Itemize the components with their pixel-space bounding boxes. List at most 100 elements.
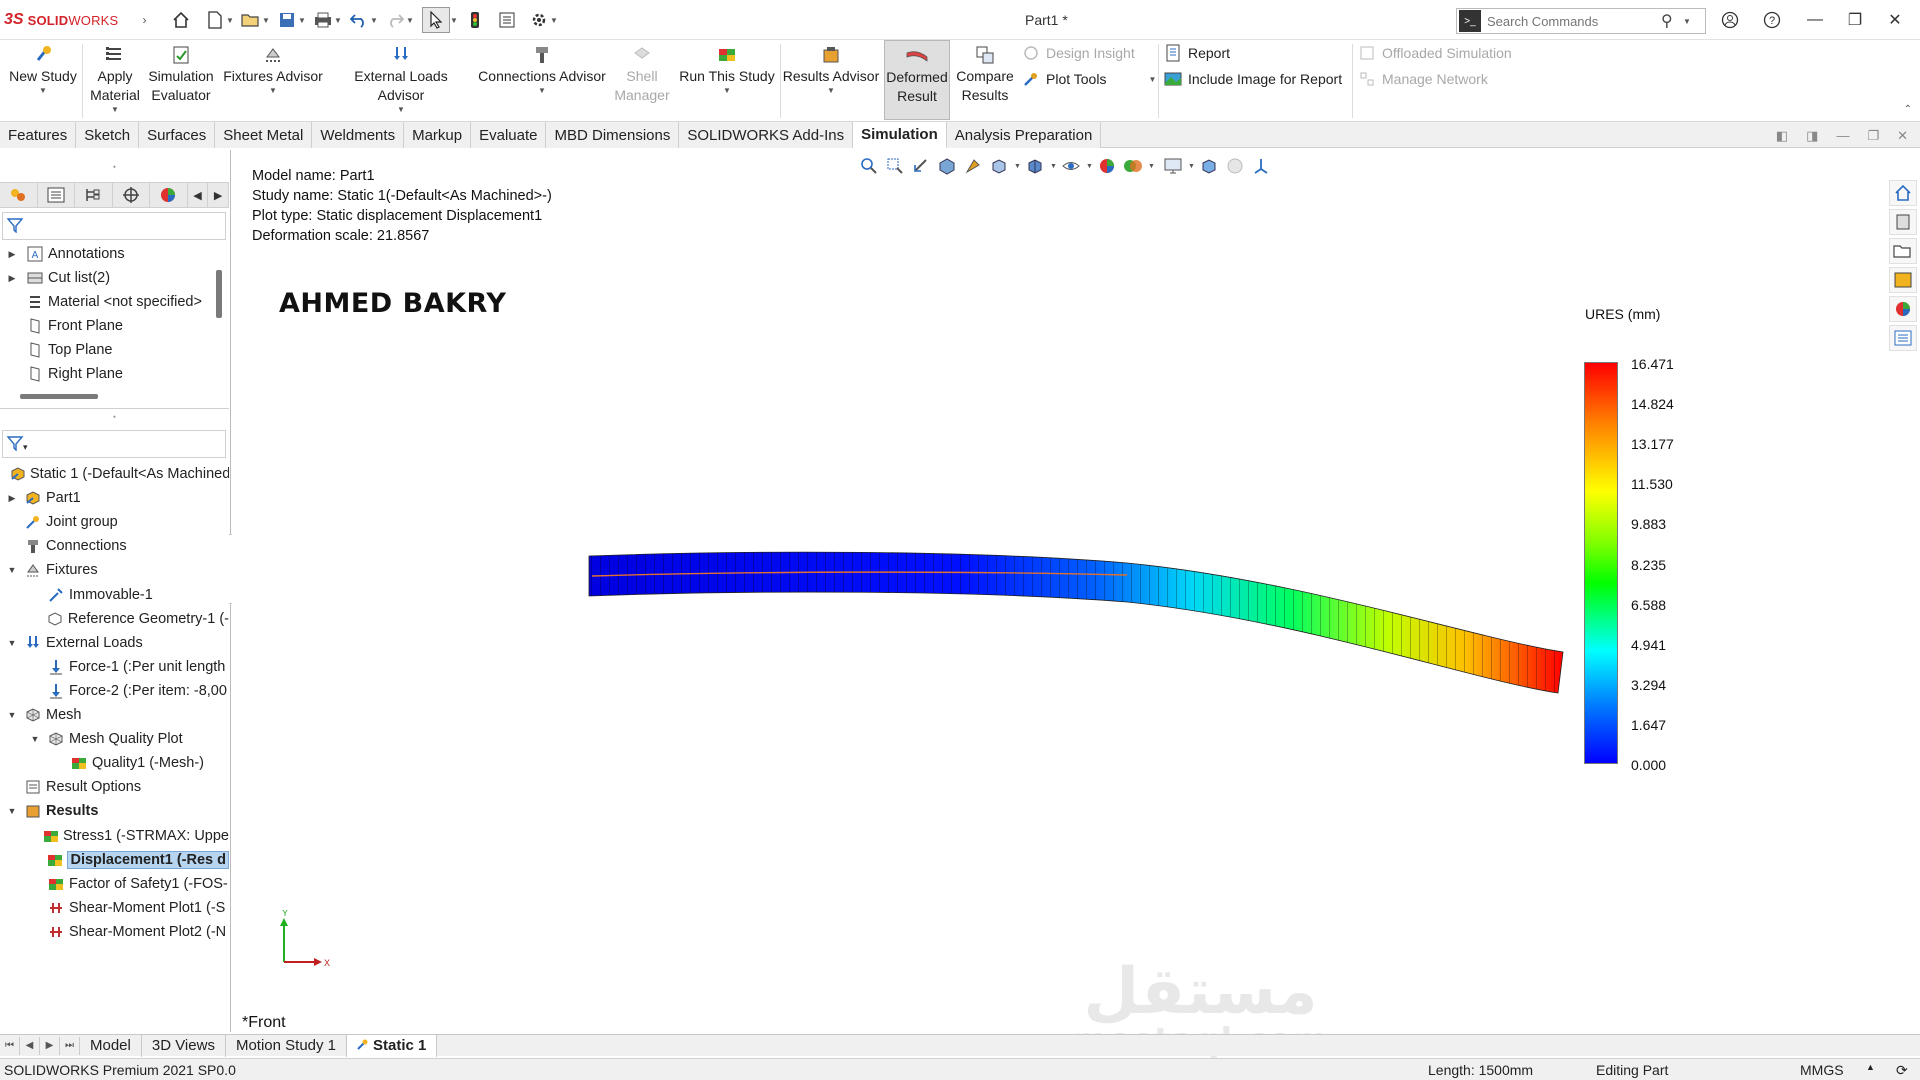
chevron-down-icon[interactable]: ▼ bbox=[334, 9, 342, 31]
feature-tree-hscrollbar[interactable] bbox=[20, 394, 98, 399]
results-advisor-button[interactable]: Results Advisor ▼ bbox=[782, 44, 880, 96]
study-tree-item[interactable]: Reference Geometry-1 (- bbox=[0, 607, 229, 631]
plot-tools-button[interactable]: Plot Tools ▼ bbox=[1022, 70, 1156, 88]
home-icon[interactable] bbox=[170, 9, 192, 31]
bottom-tab-model[interactable]: Model bbox=[80, 1034, 142, 1057]
chevron-down-icon[interactable]: ▼ bbox=[550, 9, 558, 31]
tab-evaluate[interactable]: Evaluate bbox=[471, 122, 547, 148]
external-loads-advisor-button[interactable]: External Loads Advisor ▼ bbox=[330, 44, 472, 115]
solidworks-logo[interactable]: 3S SOLIDWORKS › bbox=[4, 8, 146, 32]
doc-close-icon[interactable]: ✕ bbox=[1897, 128, 1908, 144]
study-tree-item[interactable]: Result Options bbox=[0, 775, 229, 799]
new-document-icon[interactable] bbox=[204, 9, 226, 31]
simulation-evaluator-button[interactable]: Simulation Evaluator bbox=[146, 44, 216, 105]
chevron-down-icon[interactable]: ▼ bbox=[226, 9, 234, 31]
tab-scroll-left-icon[interactable]: ◀ bbox=[188, 183, 209, 207]
chevron-down-icon[interactable]: ▼ bbox=[406, 9, 414, 31]
chevron-down-icon[interactable]: ▼ bbox=[111, 105, 119, 115]
expand-arrow-icon[interactable]: ▶ bbox=[6, 493, 18, 504]
filter-icon[interactable]: ▾ bbox=[6, 435, 29, 454]
tab-solidworks-add-ins[interactable]: SOLIDWORKS Add-Ins bbox=[679, 122, 854, 148]
chevron-down-icon[interactable]: ▼ bbox=[538, 86, 546, 96]
configuration-manager-tab-icon[interactable] bbox=[75, 183, 113, 207]
collapse-arrow-icon[interactable]: ▼ bbox=[6, 710, 18, 720]
tab-simulation[interactable]: Simulation bbox=[853, 122, 947, 148]
tab-surfaces[interactable]: Surfaces bbox=[139, 122, 216, 148]
tab-features[interactable]: Features bbox=[0, 122, 77, 148]
study-tree-item[interactable]: Factor of Safety1 (-FOS- bbox=[0, 872, 229, 896]
manage-network-button[interactable]: Manage Network bbox=[1358, 70, 1488, 88]
bottom-tab-3d-views[interactable]: 3D Views bbox=[142, 1034, 226, 1057]
file-properties-icon[interactable] bbox=[496, 9, 518, 31]
study-tree-item[interactable]: Connections bbox=[0, 534, 229, 558]
feature-tree-filter[interactable] bbox=[2, 212, 226, 240]
feature-tree-item[interactable]: ▶ Cut list(2) bbox=[0, 266, 210, 290]
deformed-beam-plot[interactable] bbox=[232, 150, 1884, 1032]
study-tree-filter[interactable]: ▾ bbox=[2, 430, 226, 458]
study-tree-item[interactable]: Force-1 (:Per unit length bbox=[0, 655, 229, 679]
next-tab-icon[interactable]: ▶ bbox=[40, 1036, 60, 1055]
view-palette-icon[interactable] bbox=[1889, 267, 1917, 293]
design-library-icon[interactable] bbox=[1889, 209, 1917, 235]
chevron-down-icon[interactable]: ▼ bbox=[262, 9, 270, 31]
chevron-down-icon[interactable]: ▼ bbox=[450, 9, 458, 31]
minimize-icon[interactable]: — bbox=[1800, 8, 1830, 32]
study-tree-item[interactable]: Force-2 (:Per item: -8,00 bbox=[0, 679, 229, 703]
design-insight-button[interactable]: Design Insight bbox=[1022, 44, 1135, 62]
study-tree-item[interactable]: ▼ Results bbox=[0, 799, 229, 823]
shell-manager-button[interactable]: Shell Manager bbox=[612, 44, 672, 105]
print-icon[interactable] bbox=[312, 9, 334, 31]
study-tree-item[interactable]: Static 1 (-Default<As Machined>-) bbox=[0, 462, 229, 486]
study-tree-item[interactable]: ▶ Part1 bbox=[0, 486, 229, 510]
feature-manager-tab-icon[interactable] bbox=[0, 183, 38, 207]
study-tree-item[interactable]: ▼ Mesh bbox=[0, 703, 229, 727]
restore-icon[interactable]: ❐ bbox=[1840, 8, 1870, 32]
tile-right-icon[interactable]: ◨ bbox=[1806, 128, 1818, 144]
study-tree-item[interactable]: Quality1 (-Mesh-) bbox=[0, 751, 229, 775]
run-this-study-button[interactable]: Run This Study ▼ bbox=[676, 44, 778, 96]
bottom-tab-static-1[interactable]: Static 1 bbox=[347, 1034, 438, 1057]
study-tree-item[interactable]: Joint group bbox=[0, 510, 229, 534]
help-icon[interactable]: ? bbox=[1757, 8, 1787, 32]
traffic-light-icon[interactable] bbox=[464, 9, 486, 31]
select-pointer-icon[interactable] bbox=[422, 7, 450, 33]
user-account-icon[interactable] bbox=[1715, 8, 1745, 32]
collapse-ribbon-icon[interactable]: ⌃ bbox=[1904, 104, 1912, 115]
search-icon[interactable]: ⚲ bbox=[1661, 11, 1683, 31]
tab-scroll-right-icon[interactable]: ▶ bbox=[208, 183, 229, 207]
study-tree-item[interactable]: Stress1 (-STRMAX: Uppe bbox=[0, 824, 229, 848]
tab-sheet-metal[interactable]: Sheet Metal bbox=[215, 122, 313, 148]
new-study-button[interactable]: New Study ▼ bbox=[8, 44, 78, 96]
chevron-down-icon[interactable]: ▼ bbox=[1683, 17, 1691, 26]
custom-properties-icon[interactable] bbox=[1889, 325, 1917, 351]
panel-grip-top[interactable]: ⬩ bbox=[0, 162, 229, 172]
search-input[interactable] bbox=[1481, 13, 1661, 29]
tile-left-icon[interactable]: ◧ bbox=[1776, 128, 1788, 144]
feature-tree-item[interactable]: Top Plane bbox=[0, 338, 210, 362]
chevron-down-icon[interactable]: ▼ bbox=[723, 86, 731, 96]
chevron-right-icon[interactable]: › bbox=[142, 13, 146, 27]
feature-tree-vscrollbar[interactable] bbox=[216, 270, 222, 318]
solidworks-resources-icon[interactable] bbox=[1889, 180, 1917, 206]
search-commands-box[interactable]: >_ ⚲ ▼ bbox=[1456, 8, 1706, 34]
fixtures-advisor-button[interactable]: Fixtures Advisor ▼ bbox=[222, 44, 324, 96]
deformed-result-button[interactable]: Deformed Result bbox=[884, 40, 950, 120]
apply-material-button[interactable]: Apply Material ▼ bbox=[86, 44, 144, 115]
chevron-up-icon[interactable]: ▲ bbox=[1866, 1062, 1875, 1072]
file-explorer-icon[interactable] bbox=[1889, 238, 1917, 264]
offloaded-simulation-button[interactable]: Offloaded Simulation bbox=[1358, 44, 1512, 62]
bottom-tab-motion-study-1[interactable]: Motion Study 1 bbox=[226, 1034, 348, 1057]
first-tab-icon[interactable]: ⏮ bbox=[0, 1036, 20, 1055]
study-tree-item[interactable]: Displacement1 (-Res d bbox=[0, 848, 229, 872]
redo-icon[interactable] bbox=[384, 9, 406, 31]
collapse-arrow-icon[interactable]: ▼ bbox=[6, 565, 18, 575]
chevron-down-icon[interactable]: ▼ bbox=[1148, 75, 1156, 84]
expand-arrow-icon[interactable]: ▶ bbox=[6, 249, 18, 260]
expand-arrow-icon[interactable]: ▶ bbox=[6, 273, 18, 284]
chevron-down-icon[interactable]: ▼ bbox=[397, 105, 405, 115]
close-icon[interactable]: ✕ bbox=[1880, 8, 1910, 32]
dimxpert-manager-tab-icon[interactable] bbox=[113, 183, 151, 207]
collapse-arrow-icon[interactable]: ▼ bbox=[6, 638, 18, 648]
doc-restore-icon[interactable]: ❐ bbox=[1867, 128, 1879, 144]
undo-icon[interactable] bbox=[348, 9, 370, 31]
